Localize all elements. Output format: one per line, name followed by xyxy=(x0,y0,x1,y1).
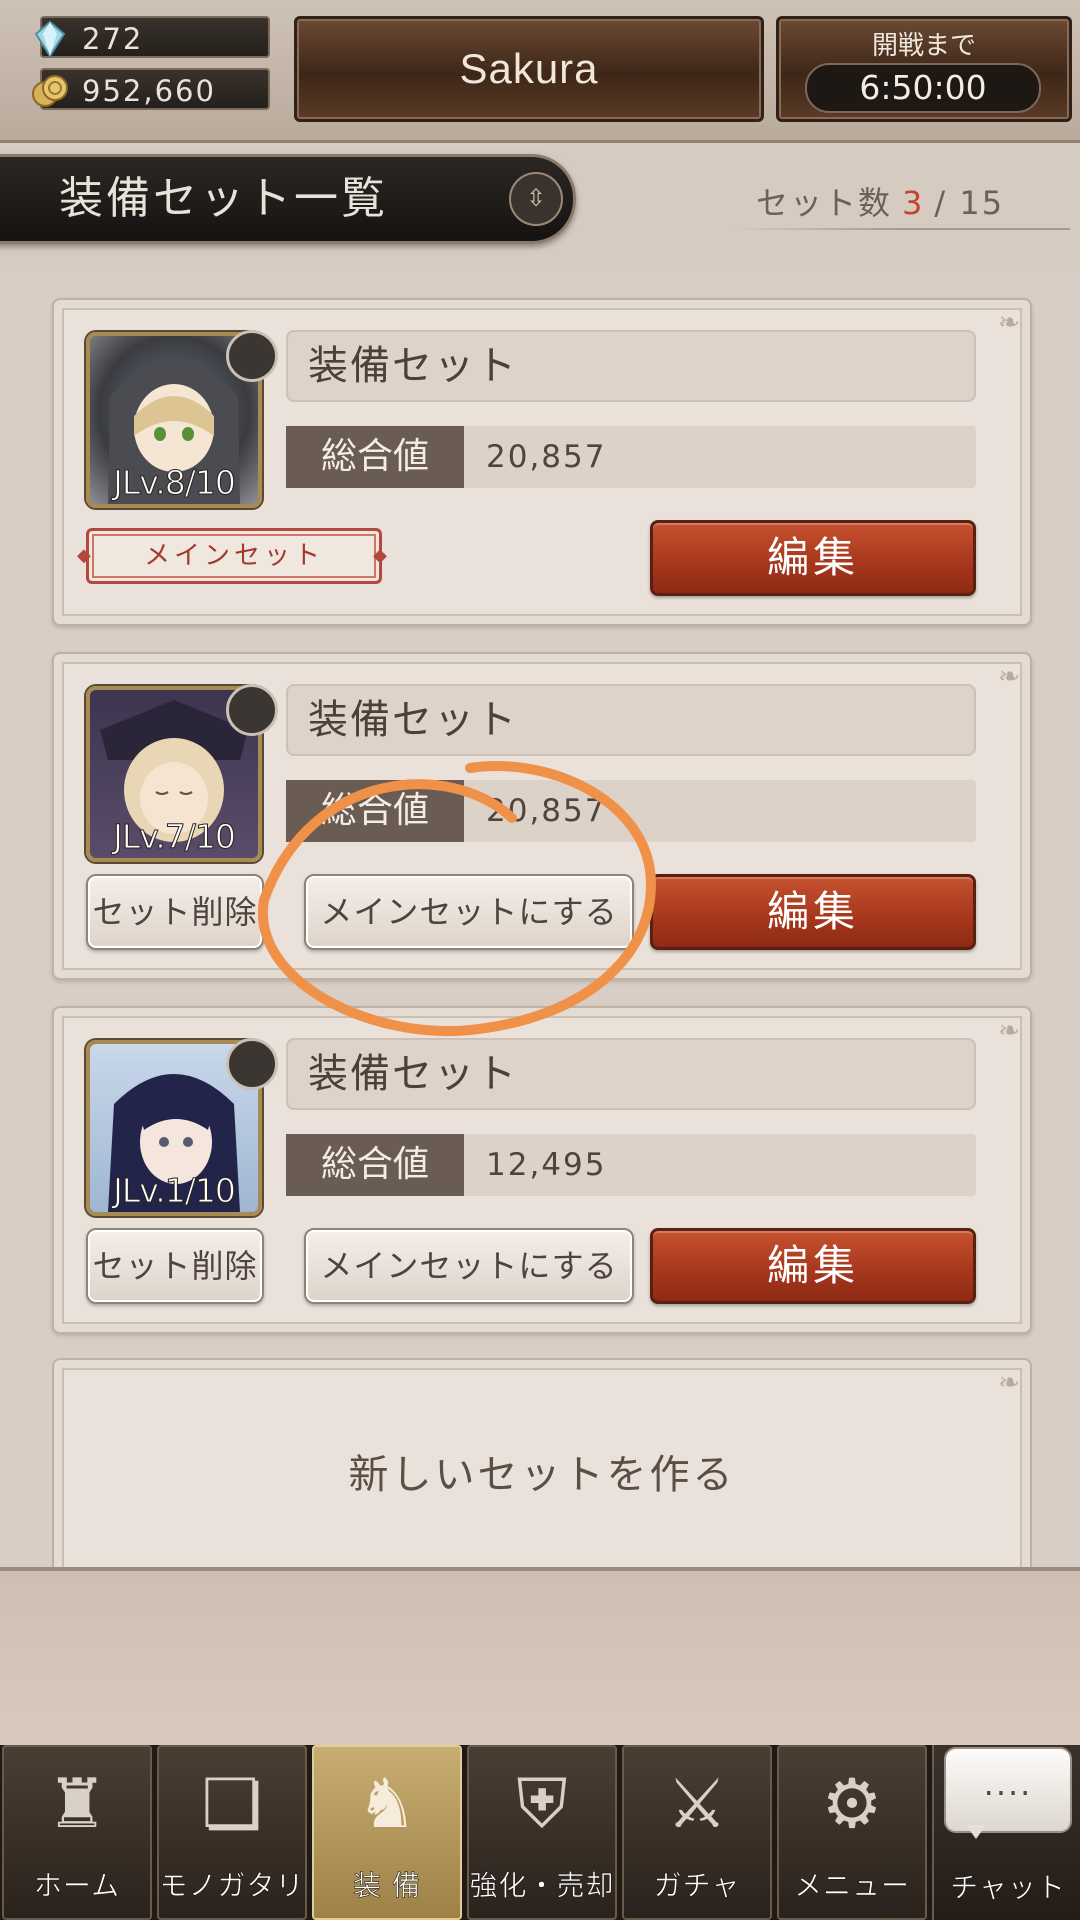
nav-label: メニュー xyxy=(793,1869,910,1903)
total-stat: 総合値 20,857 xyxy=(286,426,976,488)
set-count: セット数 3/ 15 xyxy=(756,178,1004,224)
book-class-icon xyxy=(226,684,278,736)
gold-count: 952,660 xyxy=(82,74,216,108)
set-count-separator: / xyxy=(934,184,948,222)
book-icon: ❏ xyxy=(201,1765,263,1844)
delete-set-button[interactable]: セット削除 xyxy=(86,1228,264,1304)
set-name[interactable]: 装備セット xyxy=(286,1038,976,1110)
divider xyxy=(730,228,1070,230)
new-set-button[interactable]: ❧ 新しいセットを作る xyxy=(52,1358,1032,1567)
corner-ornament-icon: ❧ xyxy=(998,1368,1020,1398)
player-name-plate[interactable]: Sakura xyxy=(294,16,764,122)
nav-label: モノガタリ xyxy=(159,1869,305,1903)
nav-upgrade-sell[interactable]: ⛨ 強化・売却 xyxy=(467,1745,617,1920)
job-level: JLv.7/10 xyxy=(113,817,237,857)
gear-icon: ⚙ xyxy=(821,1765,883,1844)
nav-label: 装 備 xyxy=(353,1869,421,1903)
total-stat: 総合値 12,495 xyxy=(286,1134,976,1196)
shield-icon: ⛨ xyxy=(516,1765,568,1844)
gem-counter: 272 xyxy=(34,16,270,58)
gold-counter: 952,660 xyxy=(32,68,270,110)
nav-home[interactable]: ♜ ホーム xyxy=(2,1745,152,1920)
top-status-bar: 272 952,660 Sakura 開戦まで 6:50:00 xyxy=(0,0,1080,143)
castle-icon: ♜ xyxy=(46,1765,108,1844)
page-title: 装備セット一覧 xyxy=(59,173,388,224)
set-count-current: 3 xyxy=(902,184,925,222)
bottom-nav: ♜ ホーム ❏ モノガタリ ♞ 装 備 ⛨ 強化・売却 ⚔ ガチャ ⚙ メニュー… xyxy=(0,1745,1080,1920)
nav-label: ガチャ xyxy=(653,1869,741,1903)
edit-button[interactable]: 編集 xyxy=(650,874,976,950)
job-level: JLv.8/10 xyxy=(113,463,237,503)
book-class-icon xyxy=(226,330,278,382)
set-card: ❧ JLv.7/10 装備セット 総合値 20,857 セット削除 メインセット… xyxy=(52,652,1032,980)
total-stat-value: 20,857 xyxy=(486,793,607,829)
nav-equipment[interactable]: ♞ 装 備 xyxy=(312,1745,462,1920)
nav-chat[interactable]: .... チャット xyxy=(932,1745,1080,1920)
make-main-set-button[interactable]: メインセットにする xyxy=(304,1228,634,1304)
battle-timer-label: 開戦まで xyxy=(871,31,976,61)
set-count-label: セット数 xyxy=(756,184,893,222)
edit-button[interactable]: 編集 xyxy=(650,520,976,596)
set-card: ❧ JLv.1/10 装備セット 総合値 12,495 セット削除 メインセット… xyxy=(52,1006,1032,1334)
battle-timer-value: 6:50:00 xyxy=(805,63,1041,113)
nav-label: チャット xyxy=(950,1871,1066,1905)
equipment-set-list[interactable]: ❧ JLv.8/10 装備セット 総合値 20,857 メインセット 編集 ❧ xyxy=(0,272,1080,1567)
total-stat-value: 20,857 xyxy=(486,439,607,475)
gem-icon xyxy=(34,20,66,58)
page-title-plate: 装備セット一覧 ⇳ xyxy=(0,154,576,244)
delete-set-button[interactable]: セット削除 xyxy=(86,874,264,950)
nav-story[interactable]: ❏ モノガタリ xyxy=(157,1745,307,1920)
total-stat-label: 総合値 xyxy=(286,780,464,842)
battle-timer: 開戦まで 6:50:00 xyxy=(776,16,1072,122)
job-level: JLv.1/10 xyxy=(113,1171,237,1211)
set-count-max: 15 xyxy=(959,184,1005,222)
gem-count: 272 xyxy=(82,22,144,56)
nav-label: 強化・売却 xyxy=(469,1869,615,1903)
total-stat-label: 総合値 xyxy=(286,426,464,488)
chat-bubble-icon: .... xyxy=(944,1747,1072,1839)
total-stat-value: 12,495 xyxy=(486,1147,607,1183)
lower-panel xyxy=(0,1567,1080,1749)
edit-button[interactable]: 編集 xyxy=(650,1228,976,1304)
coin-icon xyxy=(32,75,68,107)
set-card: ❧ JLv.8/10 装備セット 総合値 20,857 メインセット 編集 xyxy=(52,298,1032,626)
new-set-label: 新しいセットを作る xyxy=(348,1452,736,1498)
total-stat-label: 総合値 xyxy=(286,1134,464,1196)
spear-class-icon xyxy=(226,1038,278,1090)
total-stat: 総合値 20,857 xyxy=(286,780,976,842)
section-header: 装備セット一覧 ⇳ セット数 3/ 15 xyxy=(0,150,1080,270)
main-set-badge: メインセット xyxy=(77,528,391,584)
sort-toggle-icon[interactable]: ⇳ xyxy=(509,172,563,226)
set-name[interactable]: 装備セット xyxy=(286,330,976,402)
marionette-icon: ♞ xyxy=(356,1765,418,1844)
make-main-set-button[interactable]: メインセットにする xyxy=(304,874,634,950)
nav-menu[interactable]: ⚙ メニュー xyxy=(777,1745,927,1920)
nav-label: ホーム xyxy=(33,1869,121,1903)
nav-gacha[interactable]: ⚔ ガチャ xyxy=(622,1745,772,1920)
set-name[interactable]: 装備セット xyxy=(286,684,976,756)
swords-icon: ⚔ xyxy=(666,1765,728,1844)
